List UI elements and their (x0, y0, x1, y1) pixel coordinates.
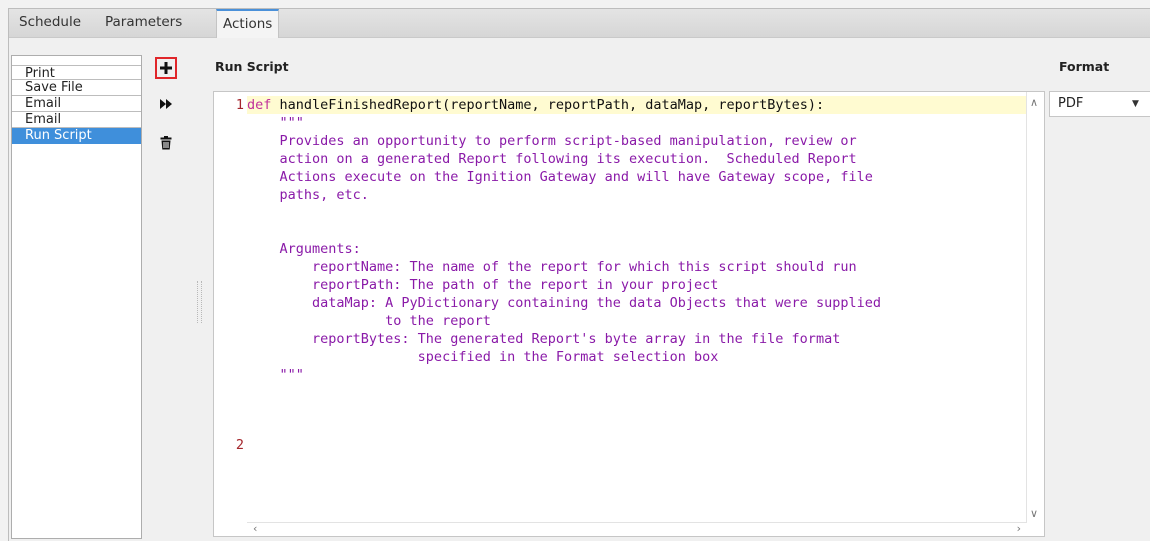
line-number: 1 (235, 97, 244, 113)
action-list: Print Save File Email Email Run Script (11, 55, 142, 539)
vertical-scrollbar[interactable]: ∧ ∨ (1026, 92, 1044, 523)
scroll-down-icon[interactable]: ∨ (1030, 508, 1038, 519)
action-item-email[interactable]: Email (12, 112, 141, 128)
add-action-button[interactable] (155, 57, 177, 79)
action-item-save-file[interactable]: Save File (12, 80, 141, 96)
script-editor[interactable]: 1 2 def handleFinishedReport(reportName,… (213, 91, 1045, 537)
tab-schedule[interactable]: Schedule (13, 9, 87, 37)
delete-action-button[interactable] (156, 133, 176, 153)
action-item-run-script[interactable]: Run Script (12, 128, 141, 144)
format-label: Format (1059, 59, 1110, 74)
docstring-line: Provides an opportunity to perform scrip… (247, 133, 857, 149)
docstring-line: specified in the Format selection box (247, 349, 719, 365)
scroll-left-icon[interactable]: ‹ (253, 523, 257, 534)
docstring-line: reportBytes: The generated Report's byte… (247, 331, 841, 347)
scroll-up-icon[interactable]: ∧ (1030, 97, 1038, 108)
line-number: 2 (235, 437, 244, 453)
scroll-right-icon[interactable]: › (1017, 523, 1021, 534)
code-area[interactable]: def handleFinishedReport(reportName, rep… (247, 92, 1027, 523)
docstring-line: """ (247, 115, 304, 131)
chevron-down-icon: ▼ (1132, 99, 1139, 109)
run-script-label: Run Script (215, 59, 289, 74)
format-value: PDF (1058, 96, 1084, 111)
plus-icon (160, 62, 172, 74)
function-signature: handleFinishedReport(reportName, reportP… (279, 97, 825, 113)
docstring-line (247, 204, 1027, 222)
action-item-print[interactable]: Print (12, 65, 141, 81)
line-number-gutter: 1 2 (214, 92, 247, 523)
trash-icon (160, 136, 172, 150)
action-item-email[interactable]: Email (12, 96, 141, 112)
report-editor-window: Schedule Parameters Actions Print Save F… (8, 8, 1150, 541)
horizontal-scrollbar[interactable]: ‹ › (247, 522, 1027, 536)
tab-bar: Schedule Parameters Actions (9, 9, 1150, 38)
docstring-line: action on a generated Report following i… (247, 151, 857, 167)
tab-actions[interactable]: Actions (216, 9, 280, 38)
docstring-line: Actions execute on the Ignition Gateway … (247, 169, 873, 185)
fast-forward-icon (160, 99, 172, 109)
run-action-button[interactable] (156, 94, 176, 114)
docstring-line: paths, etc. (247, 187, 369, 203)
docstring-line: reportPath: The path of the report in yo… (247, 277, 719, 293)
docstring-line: Arguments: (247, 241, 361, 257)
docstring-line: to the report (247, 313, 491, 329)
docstring-line: dataMap: A PyDictionary containing the d… (247, 295, 881, 311)
docstring-line: reportName: The name of the report for w… (247, 259, 857, 275)
panel-splitter[interactable] (197, 281, 202, 323)
def-keyword: def (247, 97, 272, 113)
code-line: def handleFinishedReport(reportName, rep… (247, 96, 1027, 114)
format-select[interactable]: PDF ▼ (1049, 91, 1150, 117)
tab-parameters[interactable]: Parameters (99, 9, 188, 37)
docstring-line: """ (247, 367, 304, 383)
